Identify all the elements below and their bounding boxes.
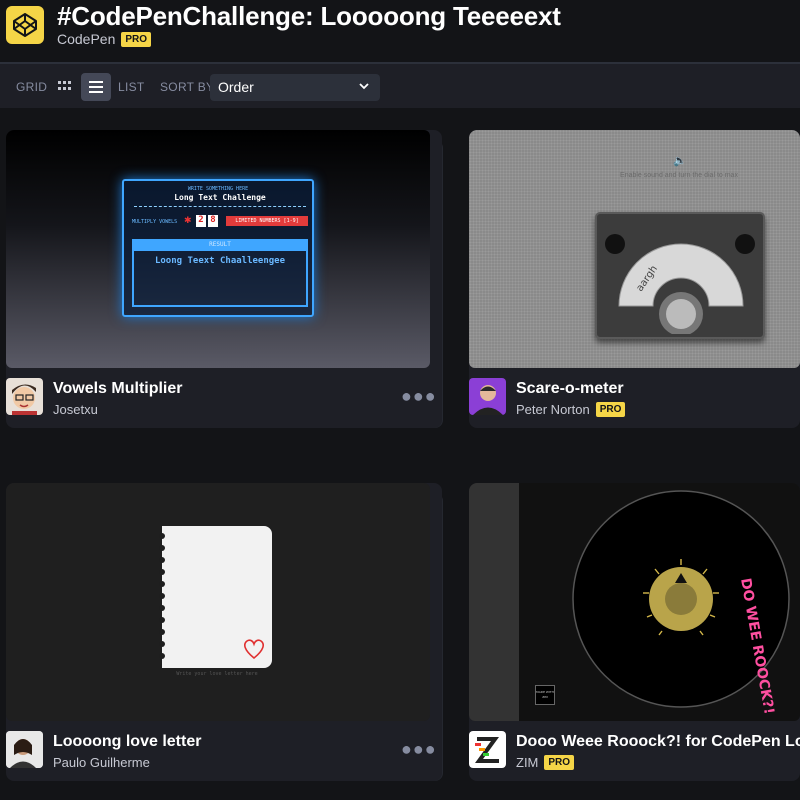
- codepen-icon: [13, 13, 37, 37]
- grid-icon: [58, 81, 71, 90]
- preview-heading: WRITE SOMETHING HERE: [187, 186, 249, 192]
- meter-box: aargh: [595, 212, 765, 339]
- card-title[interactable]: Scare-o-meter: [516, 380, 624, 398]
- owner-link[interactable]: CodePen: [57, 31, 115, 47]
- list-label[interactable]: LIST: [118, 80, 145, 94]
- more-options-icon[interactable]: ●●●: [401, 386, 437, 407]
- sort-label: SORT BY: [160, 80, 215, 94]
- card-author[interactable]: Josetxu: [53, 402, 98, 417]
- list-view-button[interactable]: [81, 73, 111, 101]
- pro-badge: PRO: [595, 402, 626, 417]
- card-title[interactable]: Loooong love letter: [53, 733, 201, 751]
- list-icon: [89, 81, 103, 93]
- speaker-icon: 🔈: [673, 155, 687, 167]
- avatar[interactable]: [6, 731, 43, 768]
- preview-caption: Write your love letter here: [176, 671, 258, 677]
- heart-icon: [244, 639, 264, 660]
- pen-preview[interactable]: DO WEE ROOCK?! MADE WITH ZIM: [469, 483, 800, 721]
- page-title: #CodePenChallenge: Looooong Teeeeext: [57, 1, 561, 31]
- pen-card-dooo-weee-roooock: DO WEE ROOCK?! MADE WITH ZIM Dooo Weee R…: [469, 483, 800, 781]
- avatar-peter-icon: [473, 385, 503, 415]
- digit-1: 2: [196, 215, 206, 227]
- record-disc: DO WEE ROOCK?!: [572, 490, 790, 716]
- chevron-down-icon: [359, 83, 369, 90]
- avatar[interactable]: [469, 378, 506, 415]
- pen-preview[interactable]: Write your love letter here: [6, 483, 430, 721]
- preview-hint: Enable sound and turn the dial to max: [620, 172, 738, 179]
- pro-badge: PRO: [544, 755, 575, 770]
- more-options-icon[interactable]: ●●●: [401, 739, 437, 760]
- view-toolbar: GRID LIST SORT BY Order: [0, 62, 800, 108]
- pen-preview[interactable]: WRITE SOMETHING HERE Long Text Challenge…: [6, 130, 430, 368]
- zim-small-logo: MADE WITH ZIM: [535, 685, 555, 705]
- avatar-zim-icon: [469, 731, 506, 768]
- avatar-josetxu-icon: [12, 384, 37, 415]
- pen-card-love-letter: Write your love letter here Loooong love…: [6, 483, 442, 781]
- grid-view-button[interactable]: [52, 73, 78, 99]
- codepen-logo[interactable]: [6, 6, 44, 44]
- binder-holes: [159, 533, 165, 659]
- result-label: RESULT: [132, 239, 308, 251]
- grid-label[interactable]: GRID: [16, 80, 47, 94]
- avatar[interactable]: [6, 378, 43, 415]
- dial-gauge[interactable]: aargh: [613, 234, 749, 334]
- result-text: Loong Teext Chaalleengee: [132, 251, 308, 307]
- asterisk-icon: ✱: [184, 215, 192, 225]
- pen-preview[interactable]: 🔈 Enable sound and turn the dial to max …: [469, 130, 800, 368]
- avatar-paulo-icon: [6, 731, 43, 768]
- pro-badge: PRO: [121, 31, 152, 47]
- pen-card-vowels-multiplier: WRITE SOMETHING HERE Long Text Challenge…: [6, 130, 442, 428]
- card-author[interactable]: ZIM: [516, 755, 538, 770]
- preview-multiply-label: MULTIPLY VOWELS: [132, 219, 178, 225]
- card-author[interactable]: Paulo Guilherme: [53, 755, 150, 770]
- card-author[interactable]: Peter Norton: [516, 402, 590, 417]
- card-title[interactable]: Dooo Weee Rooock?! for CodePen Long T: [516, 733, 800, 751]
- card-title[interactable]: Vowels Multiplier: [53, 380, 183, 398]
- side-panel: [469, 483, 519, 721]
- limited-badge: LIMITED NUMBERS [1-9]: [226, 216, 308, 226]
- sort-select[interactable]: Order: [210, 74, 380, 101]
- avatar[interactable]: [469, 731, 506, 768]
- paper-sheet: [159, 526, 272, 668]
- preview-input: Long Text Challenge: [134, 193, 306, 207]
- sort-value: Order: [218, 79, 254, 95]
- page-header: #CodePenChallenge: Looooong Teeeeext Cod…: [0, 0, 800, 62]
- digit-2: 8: [208, 215, 218, 227]
- pen-card-scare-o-meter: 🔈 Enable sound and turn the dial to max …: [469, 130, 800, 428]
